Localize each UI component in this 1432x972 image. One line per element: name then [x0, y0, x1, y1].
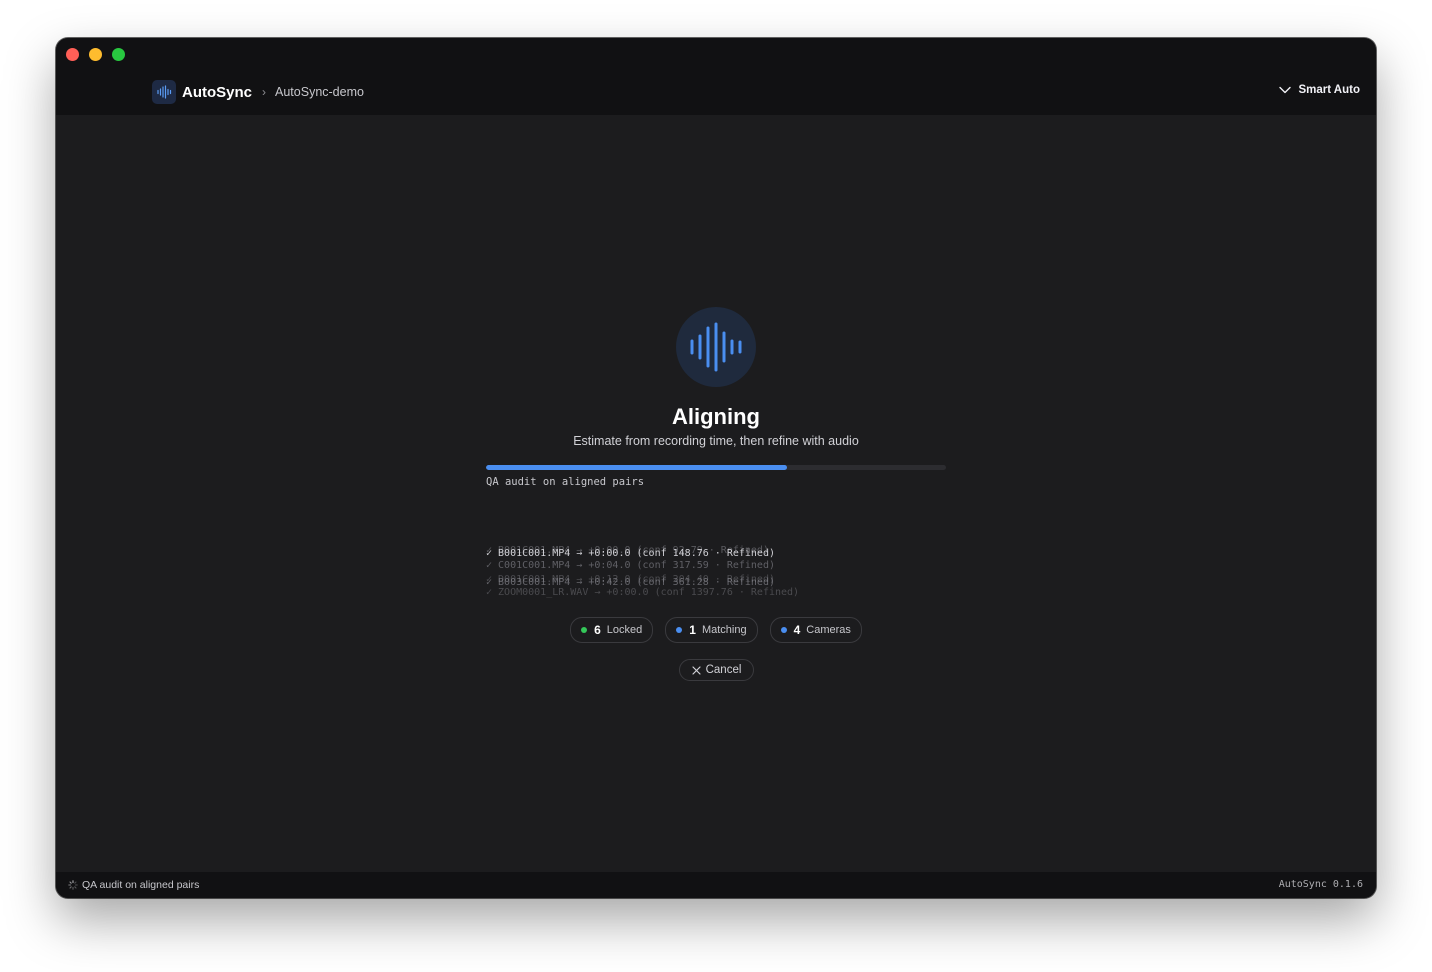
status-text: QA audit on aligned pairs [82, 879, 200, 891]
page-subtitle: Estimate from recording time, then refin… [573, 434, 859, 448]
app-window: AutoSync › AutoSync-demo Smart Auto Alig… [56, 38, 1376, 898]
log-line: ✓ B001C001.MP4 → +0:00.0 (conf 148.76 · … [486, 548, 775, 559]
log-line: ✓ C001C001.MP4 → +0:04.0 (conf 317.59 · … [486, 560, 775, 571]
progress-bar [486, 465, 946, 470]
app-name: AutoSync [182, 83, 253, 101]
aligning-hero [676, 307, 756, 387]
stat-count: 1 [689, 623, 696, 637]
log-line: ✓ ZOOM0001_LR.WAV → +0:00.0 (conf 1397.7… [486, 587, 800, 598]
main-content: Aligning Estimate from recording time, t… [56, 115, 1376, 872]
stat-count: 6 [594, 623, 601, 637]
chevron-down-icon [1279, 86, 1292, 94]
version-label: AutoSync 0.1.6 [1278, 879, 1363, 890]
progress-fill [486, 465, 788, 470]
alignment-log: ✓ B001C001.MP4 → +0:00.0 (conf 92.79 · R… [486, 545, 886, 600]
zoom-window-button[interactable] [112, 48, 125, 61]
status-bar: QA audit on aligned pairs AutoSync 0.1.6 [56, 872, 1376, 898]
stat-locked: 6 Locked [570, 617, 654, 643]
breadcrumb: AutoSync › AutoSync-demo [152, 80, 364, 104]
waveform-icon [690, 322, 742, 372]
stat-label: Cameras [806, 624, 851, 636]
status-dot [676, 627, 683, 633]
status-dot [581, 627, 588, 633]
close-icon [691, 665, 701, 675]
status-message: QA audit on aligned pairs [68, 879, 199, 891]
stat-label: Locked [606, 624, 643, 636]
chevron-right-icon: › [262, 85, 267, 99]
page-title: Aligning [672, 404, 760, 429]
project-name[interactable]: AutoSync-demo [275, 85, 364, 99]
minimize-window-button[interactable] [89, 48, 102, 61]
close-window-button[interactable] [66, 48, 79, 61]
stat-cameras: 4 Cameras [769, 617, 862, 643]
app-logo [152, 80, 176, 104]
stat-matching: 1 Matching [665, 617, 758, 643]
stat-count: 4 [793, 623, 801, 637]
cancel-label: Cancel [705, 664, 742, 676]
spinner-icon [68, 880, 78, 890]
stat-label: Matching [701, 624, 747, 636]
status-dot [780, 627, 787, 633]
title-bar: AutoSync › AutoSync-demo Smart Auto [56, 38, 1376, 115]
stats-row: 6 Locked 1 Matching 4 Cameras [56, 617, 1376, 643]
waveform-icon [157, 85, 172, 99]
mode-label: Smart Auto [1298, 84, 1360, 96]
mode-dropdown[interactable]: Smart Auto [1279, 84, 1360, 96]
cancel-button[interactable]: Cancel [679, 659, 754, 681]
progress-label: QA audit on aligned pairs [486, 476, 645, 488]
